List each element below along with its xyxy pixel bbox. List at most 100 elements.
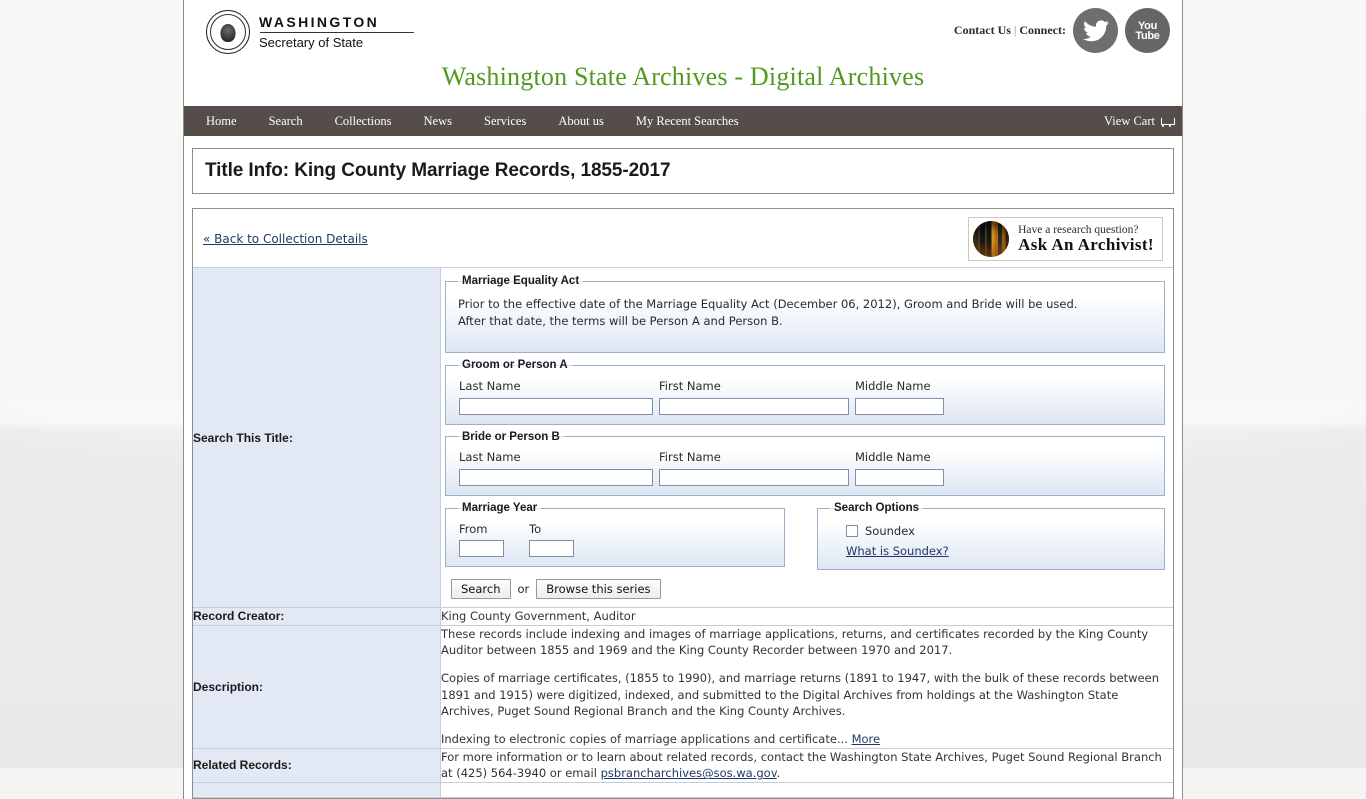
view-cart-label: View Cart (1104, 114, 1155, 128)
groom-first-name-label: First Name (659, 378, 721, 393)
nav-item-services[interactable]: Services (468, 106, 542, 136)
brand-secretary-of-state: Secretary of State (259, 35, 364, 50)
contact-us-link[interactable]: Contact Us (954, 23, 1011, 37)
title-info-panel: « Back to Collection Details Have a rese… (192, 208, 1174, 799)
ask-an-archivist-banner[interactable]: Have a research question? Ask An Archivi… (968, 217, 1163, 261)
ask-archivist-text: Ask An Archivist! (1018, 235, 1154, 255)
twitter-icon[interactable] (1073, 8, 1118, 53)
cart-icon (1160, 116, 1175, 127)
search-form: Marriage Equality Act Prior to the effec… (441, 268, 1173, 607)
connect-label: Connect: (1019, 23, 1066, 37)
next-row-value-cell (440, 782, 1173, 799)
back-to-collection-details-link[interactable]: « Back to Collection Details (203, 232, 368, 246)
record-creator-value: King County Government, Auditor (440, 607, 1173, 626)
youtube-line2: Tube (1135, 29, 1160, 42)
brand-divider (260, 32, 414, 33)
bride-last-name-input[interactable] (459, 468, 653, 486)
youtube-line1: You (1137, 19, 1158, 32)
search-options-legend: Search Options (834, 501, 919, 514)
what-is-soundex-link[interactable]: What is Soundex? (828, 543, 1154, 560)
description-paragraph-2: Copies of marriage certificates, (1855 t… (441, 671, 1159, 719)
description-label: Description: (193, 625, 441, 749)
groom-last-name-group: Last Name (459, 378, 653, 415)
nav-item-home[interactable]: Home (190, 106, 253, 136)
page-container: WASHINGTON Secretary of State Contact Us… (183, 0, 1183, 799)
browse-this-series-button[interactable]: Browse this series (536, 579, 661, 599)
bride-first-name-input[interactable] (659, 468, 849, 486)
soundex-label: Soundex (865, 523, 915, 538)
search-options-fieldset: Search Options Soundex What is Soundex? (817, 499, 1165, 570)
groom-middle-name-input[interactable] (855, 397, 944, 415)
year-from-label: From (459, 521, 488, 536)
record-creator-text: King County Government, Auditor (441, 609, 636, 623)
groom-first-name-group: First Name (659, 378, 849, 415)
marriage-equality-act-text: Prior to the effective date of the Marri… (456, 294, 1154, 344)
year-to-label: To (529, 521, 542, 536)
site-title: Washington State Archives - Digital Arch… (441, 62, 925, 91)
content-area: Title Info: King County Marriage Records… (184, 136, 1182, 799)
soundex-checkbox[interactable] (846, 524, 858, 537)
marriage-year-legend: Marriage Year (462, 501, 538, 514)
table-row-description: Description: These records include index… (193, 625, 1173, 749)
youtube-icon[interactable]: You Tube (1125, 8, 1170, 53)
site-header: WASHINGTON Secretary of State Contact Us… (184, 0, 1182, 106)
year-to-input[interactable] (529, 540, 574, 558)
bride-legend: Bride or Person B (462, 430, 560, 443)
panel-subbar: « Back to Collection Details Have a rese… (193, 209, 1173, 267)
connect-bar: Contact Us | Connect: You Tube (954, 8, 1170, 53)
groom-last-name-label: Last Name (459, 378, 521, 393)
nav-item-news[interactable]: News (408, 106, 468, 136)
groom-fieldset: Groom or Person A Last Name First Name M… (445, 357, 1165, 425)
soundex-option-row: Soundex (828, 523, 1154, 540)
related-records-value: For more information or to learn about r… (440, 748, 1173, 784)
groom-middle-name-label: Middle Name (855, 378, 931, 393)
brand-lockup[interactable]: WASHINGTON Secretary of State (206, 10, 414, 54)
groom-last-name-input[interactable] (459, 397, 653, 415)
table-row-record-creator: Record Creator: King County Government, … (193, 607, 1173, 626)
page-title-box: Title Info: King County Marriage Records… (192, 148, 1174, 194)
year-and-options-row: Marriage Year From To Search Options Sou… (445, 499, 1165, 570)
state-seal-icon (206, 10, 250, 54)
or-text: or (517, 581, 530, 596)
bride-first-name-group: First Name (659, 449, 849, 486)
bride-fieldset: Bride or Person B Last Name First Name M… (445, 428, 1165, 496)
description-value: These records include indexing and image… (440, 625, 1173, 749)
groom-middle-name-group: Middle Name (855, 378, 944, 415)
description-truncated-text: Indexing to electronic copies of marriag… (441, 732, 848, 747)
description-more-link[interactable]: More (852, 732, 881, 746)
groom-legend: Groom or Person A (462, 359, 568, 372)
title-info-table: Search This Title: Marriage Equality Act… (193, 267, 1173, 799)
description-paragraph-3: Indexing to electronic copies of marriag… (441, 731, 1173, 748)
nav-item-about-us[interactable]: About us (542, 106, 620, 136)
search-button[interactable]: Search (451, 579, 511, 599)
related-records-email-link[interactable]: psbrancharchives@sos.wa.gov (601, 766, 777, 780)
nav-item-collections[interactable]: Collections (319, 106, 408, 136)
year-from-group: From (459, 521, 504, 558)
record-creator-label: Record Creator: (193, 607, 441, 626)
related-records-label: Related Records: (193, 748, 441, 784)
nav-item-search[interactable]: Search (253, 106, 319, 136)
bride-last-name-group: Last Name (459, 449, 653, 486)
marriage-equality-act-fieldset: Marriage Equality Act Prior to the effec… (445, 273, 1165, 354)
search-this-title-label: Search This Title: (193, 267, 441, 608)
table-row-related-records: Related Records: For more information or… (193, 748, 1173, 784)
next-row-label-cell (193, 782, 441, 799)
year-from-input[interactable] (459, 540, 504, 558)
contact-connect-text: Contact Us | Connect: (954, 23, 1066, 38)
bride-first-name-label: First Name (659, 450, 721, 465)
groom-first-name-input[interactable] (659, 397, 849, 415)
main-navigation: Home Search Collections News Services Ab… (184, 106, 1182, 136)
search-button-row: Search or Browse this series (445, 570, 1165, 599)
bride-last-name-label: Last Name (459, 450, 521, 465)
nav-item-my-recent-searches[interactable]: My Recent Searches (620, 106, 755, 136)
bride-middle-name-input[interactable] (855, 468, 944, 486)
table-row-search: Search This Title: Marriage Equality Act… (193, 267, 1173, 608)
search-form-cell: Marriage Equality Act Prior to the effec… (440, 267, 1173, 608)
mea-line-2: After that date, the terms will be Perso… (458, 314, 783, 329)
view-cart-link[interactable]: View Cart (1104, 106, 1175, 136)
bride-middle-name-label: Middle Name (855, 450, 931, 465)
description-paragraph-1: These records include indexing and image… (441, 626, 1149, 658)
brand-washington: WASHINGTON (259, 14, 380, 30)
archive-shelf-icon (973, 221, 1010, 257)
bride-middle-name-group: Middle Name (855, 449, 944, 486)
